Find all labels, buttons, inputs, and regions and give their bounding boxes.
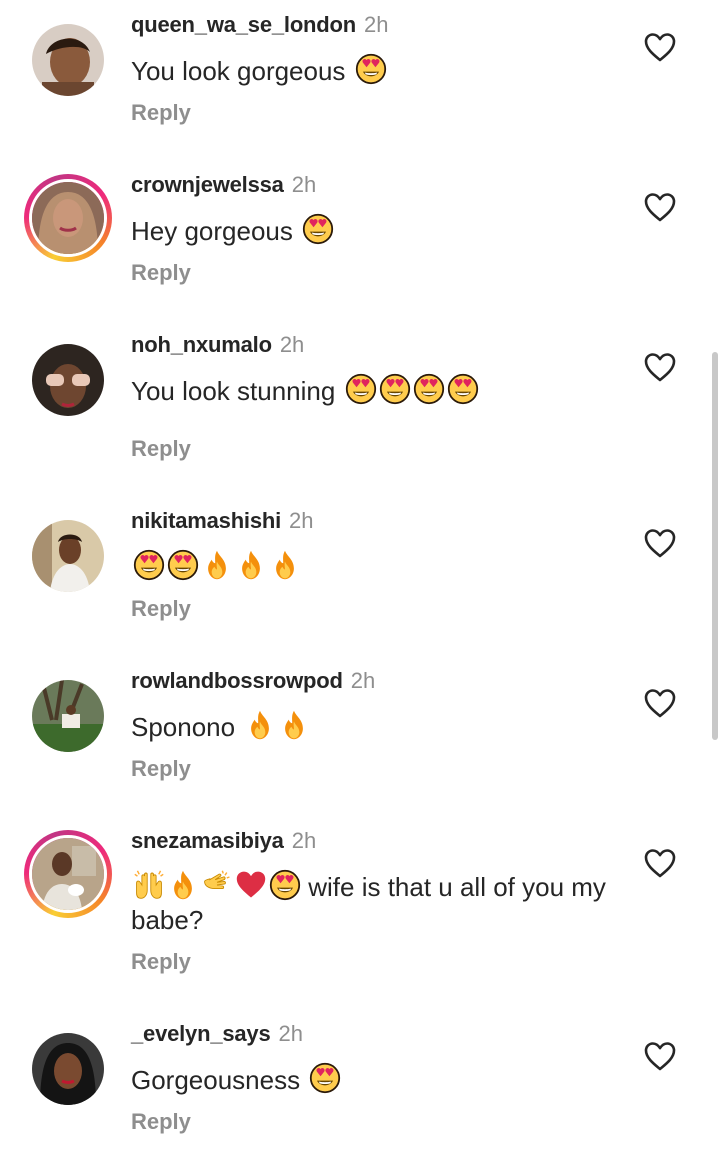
heart-eyes-emoji bbox=[413, 373, 445, 405]
comment-text: Gorgeousness bbox=[131, 1062, 631, 1097]
heart-eyes-emoji bbox=[345, 373, 377, 405]
heart-eyes-emoji bbox=[379, 373, 411, 405]
comment-username[interactable]: noh_nxumalo bbox=[131, 332, 272, 357]
like-heart-icon[interactable] bbox=[643, 191, 677, 223]
comment-item: crownjewelssa 2h Hey gorgeous Reply bbox=[0, 160, 720, 320]
comment-item: nikitamashishi 2h Reply bbox=[0, 496, 720, 656]
heart-eyes-emoji bbox=[447, 373, 479, 405]
like-heart-icon[interactable] bbox=[643, 351, 677, 383]
comment-text bbox=[131, 549, 631, 584]
comment-item: snezamasibiya 2h wife is that u all of yo… bbox=[0, 816, 720, 1009]
comment-item: _evelyn_says 2h Gorgeousness Reply bbox=[0, 1009, 720, 1149]
fire-emoji bbox=[269, 549, 301, 581]
reply-button[interactable]: Reply bbox=[131, 435, 191, 463]
comment-time: 2h bbox=[350, 668, 376, 693]
comment-text: Sponono bbox=[131, 709, 631, 744]
comment-time: 2h bbox=[279, 332, 305, 357]
avatar-story-ring[interactable] bbox=[24, 830, 112, 918]
avatar[interactable] bbox=[32, 520, 104, 592]
comment-username[interactable]: snezamasibiya bbox=[131, 828, 284, 853]
comment-username[interactable]: crownjewelssa bbox=[131, 172, 284, 197]
reply-button[interactable]: Reply bbox=[131, 595, 191, 623]
comment-time: 2h bbox=[291, 172, 317, 197]
comment-username[interactable]: nikitamashishi bbox=[131, 508, 281, 533]
reply-button[interactable]: Reply bbox=[131, 1108, 191, 1136]
reply-button[interactable]: Reply bbox=[131, 259, 191, 287]
reply-button[interactable]: Reply bbox=[131, 948, 191, 976]
fire-emoji bbox=[167, 869, 199, 901]
comment-time: 2h bbox=[291, 828, 317, 853]
heart-eyes-emoji bbox=[167, 549, 199, 581]
like-heart-icon[interactable] bbox=[643, 31, 677, 63]
comments-list: queen_wa_se_london 2h You look gorgeous R… bbox=[0, 0, 720, 1149]
comment-text: Hey gorgeous bbox=[131, 213, 631, 248]
like-heart-icon[interactable] bbox=[643, 687, 677, 719]
fire-emoji bbox=[235, 549, 267, 581]
comment-text: wife is that u all of you my babe? bbox=[131, 869, 621, 937]
avatar[interactable] bbox=[32, 24, 104, 96]
scrollbar[interactable] bbox=[712, 352, 718, 740]
like-heart-icon[interactable] bbox=[643, 1040, 677, 1072]
like-heart-icon[interactable] bbox=[643, 847, 677, 879]
comment-username[interactable]: _evelyn_says bbox=[131, 1021, 271, 1046]
red-heart-emoji bbox=[235, 869, 267, 901]
avatar[interactable] bbox=[32, 344, 104, 416]
reply-button[interactable]: Reply bbox=[131, 755, 191, 783]
comment-username[interactable]: rowlandbossrowpod bbox=[131, 668, 343, 693]
fire-emoji bbox=[278, 709, 310, 741]
fire-emoji bbox=[244, 709, 276, 741]
heart-eyes-emoji bbox=[302, 213, 334, 245]
like-heart-icon[interactable] bbox=[643, 527, 677, 559]
comment-time: 2h bbox=[364, 12, 389, 37]
heart-eyes-emoji bbox=[269, 869, 301, 901]
heart-eyes-emoji bbox=[309, 1062, 341, 1094]
avatar-story-ring[interactable] bbox=[24, 174, 112, 262]
comment-time: 2h bbox=[278, 1021, 303, 1046]
avatar[interactable] bbox=[32, 680, 104, 752]
comment-time: 2h bbox=[289, 508, 314, 533]
heart-eyes-emoji bbox=[133, 549, 165, 581]
comment-item: noh_nxumalo 2h You look stunning Reply bbox=[0, 320, 720, 496]
fire-emoji bbox=[201, 549, 233, 581]
comment-item: queen_wa_se_london 2h You look gorgeous R… bbox=[0, 0, 720, 160]
heart-eyes-emoji bbox=[355, 53, 387, 85]
raising-hands-emoji bbox=[133, 869, 165, 901]
comment-username[interactable]: queen_wa_se_london bbox=[131, 12, 356, 37]
reply-button[interactable]: Reply bbox=[131, 99, 191, 127]
comment-item: rowlandbossrowpod 2h Sponono Reply bbox=[0, 656, 720, 816]
clapping-hands-emoji bbox=[201, 869, 233, 901]
comment-text: You look stunning bbox=[131, 373, 631, 408]
avatar[interactable] bbox=[32, 1033, 104, 1105]
comment-text: You look gorgeous bbox=[131, 53, 631, 88]
